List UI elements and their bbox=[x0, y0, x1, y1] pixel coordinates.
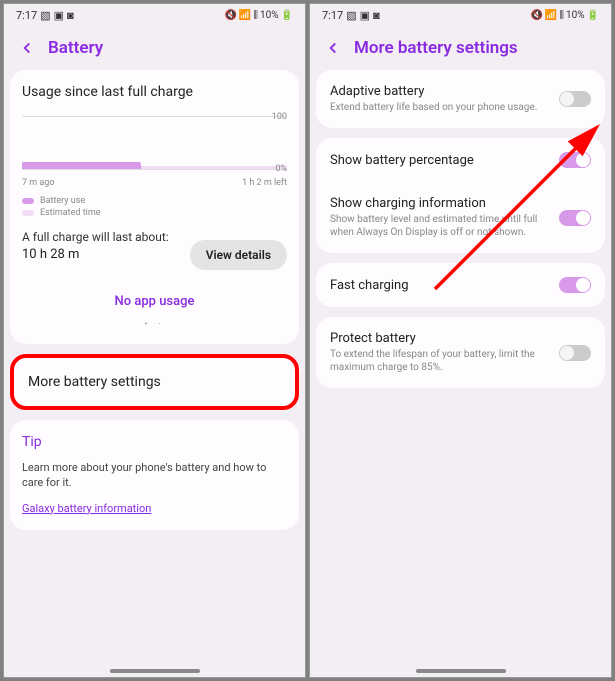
usage-card: Usage since last full charge 100 0% 7 m … bbox=[10, 70, 299, 344]
gallery-icon: ▧ bbox=[346, 9, 356, 22]
back-icon[interactable] bbox=[18, 39, 36, 57]
legend-swatch-battery bbox=[22, 198, 34, 204]
tip-card: Tip Learn more about your phone's batter… bbox=[10, 420, 299, 530]
galaxy-battery-link[interactable]: Galaxy battery information bbox=[22, 502, 151, 515]
battery-icon: 🔋 bbox=[587, 10, 599, 21]
screen-battery: 7:17 ▧ ▣ ◙ 🔇 📶 ⫼ 10% 🔋 Battery Usage sin… bbox=[3, 3, 306, 678]
usage-title: Usage since last full charge bbox=[22, 84, 287, 100]
setting-title: Show battery percentage bbox=[330, 153, 549, 168]
adaptive-battery-toggle[interactable] bbox=[559, 91, 591, 107]
protect-battery-row[interactable]: Protect battery To extend the lifespan o… bbox=[316, 317, 605, 388]
app-header: More battery settings bbox=[310, 26, 611, 70]
status-time: 7:17 bbox=[16, 9, 37, 22]
fast-charging-toggle[interactable] bbox=[559, 277, 591, 293]
legend-battery: Battery use bbox=[40, 196, 85, 206]
page-title: More battery settings bbox=[354, 38, 518, 58]
show-percentage-row[interactable]: Show battery percentage bbox=[316, 138, 605, 182]
nav-handle[interactable] bbox=[416, 669, 506, 673]
setting-title: Protect battery bbox=[330, 331, 549, 346]
mute-icon: 🔇 bbox=[224, 10, 236, 21]
setting-sub: Show battery level and estimated time un… bbox=[330, 213, 549, 239]
signal-icon: ⫼ bbox=[559, 10, 564, 21]
back-icon[interactable] bbox=[324, 39, 342, 57]
tip-text: Learn more about your phone's battery an… bbox=[22, 460, 287, 491]
full-charge-value: 10 h 28 m bbox=[22, 247, 79, 262]
battery-chart: 100 0% 7 m ago 1 h 2 m left bbox=[22, 116, 287, 188]
mute-icon: 🔇 bbox=[530, 10, 542, 21]
status-time: 7:17 bbox=[322, 9, 343, 22]
page-title: Battery bbox=[48, 38, 103, 58]
signal-icon: ⫼ bbox=[253, 10, 258, 21]
chart-xend: 1 h 2 m left bbox=[242, 178, 287, 188]
screen-more-battery-settings: 7:17 ▧ ▣ ◙ 🔇 📶 ⫼ 10% 🔋 More battery sett… bbox=[309, 3, 612, 678]
setting-title: Show charging information bbox=[330, 196, 549, 211]
show-charging-toggle[interactable] bbox=[559, 210, 591, 226]
nav-handle[interactable] bbox=[110, 669, 200, 673]
app-icon: ◙ bbox=[67, 9, 74, 22]
setting-sub: To extend the lifespan of your battery, … bbox=[330, 348, 549, 374]
protect-battery-toggle[interactable] bbox=[559, 345, 591, 361]
adaptive-battery-row[interactable]: Adaptive battery Extend battery life bas… bbox=[316, 70, 605, 128]
more-battery-settings-row[interactable]: More battery settings bbox=[10, 354, 299, 410]
youtube-icon: ▣ bbox=[54, 9, 64, 22]
legend-estimated: Estimated time bbox=[40, 208, 101, 218]
setting-sub: Extend battery life based on your phone … bbox=[330, 101, 549, 114]
battery-icon: 🔋 bbox=[281, 10, 293, 21]
tip-title: Tip bbox=[22, 434, 287, 450]
legend-swatch-estimated bbox=[22, 210, 34, 216]
wifi-icon: 📶 bbox=[239, 10, 251, 21]
youtube-icon: ▣ bbox=[360, 9, 370, 22]
chart-ymax: 100 bbox=[272, 112, 287, 122]
fast-charging-row[interactable]: Fast charging bbox=[316, 263, 605, 307]
app-icon: ◙ bbox=[373, 9, 380, 22]
page-dots: • · bbox=[22, 319, 287, 330]
show-percentage-toggle[interactable] bbox=[559, 152, 591, 168]
gallery-icon: ▧ bbox=[40, 9, 50, 22]
setting-title: Fast charging bbox=[330, 278, 549, 293]
more-battery-settings-label: More battery settings bbox=[28, 374, 161, 390]
no-app-usage: No app usage bbox=[22, 294, 287, 309]
setting-title: Adaptive battery bbox=[330, 84, 549, 99]
battery-pct: 10% bbox=[260, 10, 279, 21]
status-bar: 7:17 ▧ ▣ ◙ 🔇 📶 ⫼ 10% 🔋 bbox=[4, 4, 305, 26]
chart-xstart: 7 m ago bbox=[22, 178, 55, 188]
chart-ymin: 0% bbox=[275, 164, 287, 174]
app-header: Battery bbox=[4, 26, 305, 70]
view-details-button[interactable]: View details bbox=[190, 240, 287, 270]
show-charging-row[interactable]: Show charging information Show battery l… bbox=[316, 182, 605, 253]
battery-pct: 10% bbox=[566, 10, 585, 21]
status-bar: 7:17 ▧ ▣ ◙ 🔇 📶 ⫼ 10% 🔋 bbox=[310, 4, 611, 26]
wifi-icon: 📶 bbox=[545, 10, 557, 21]
